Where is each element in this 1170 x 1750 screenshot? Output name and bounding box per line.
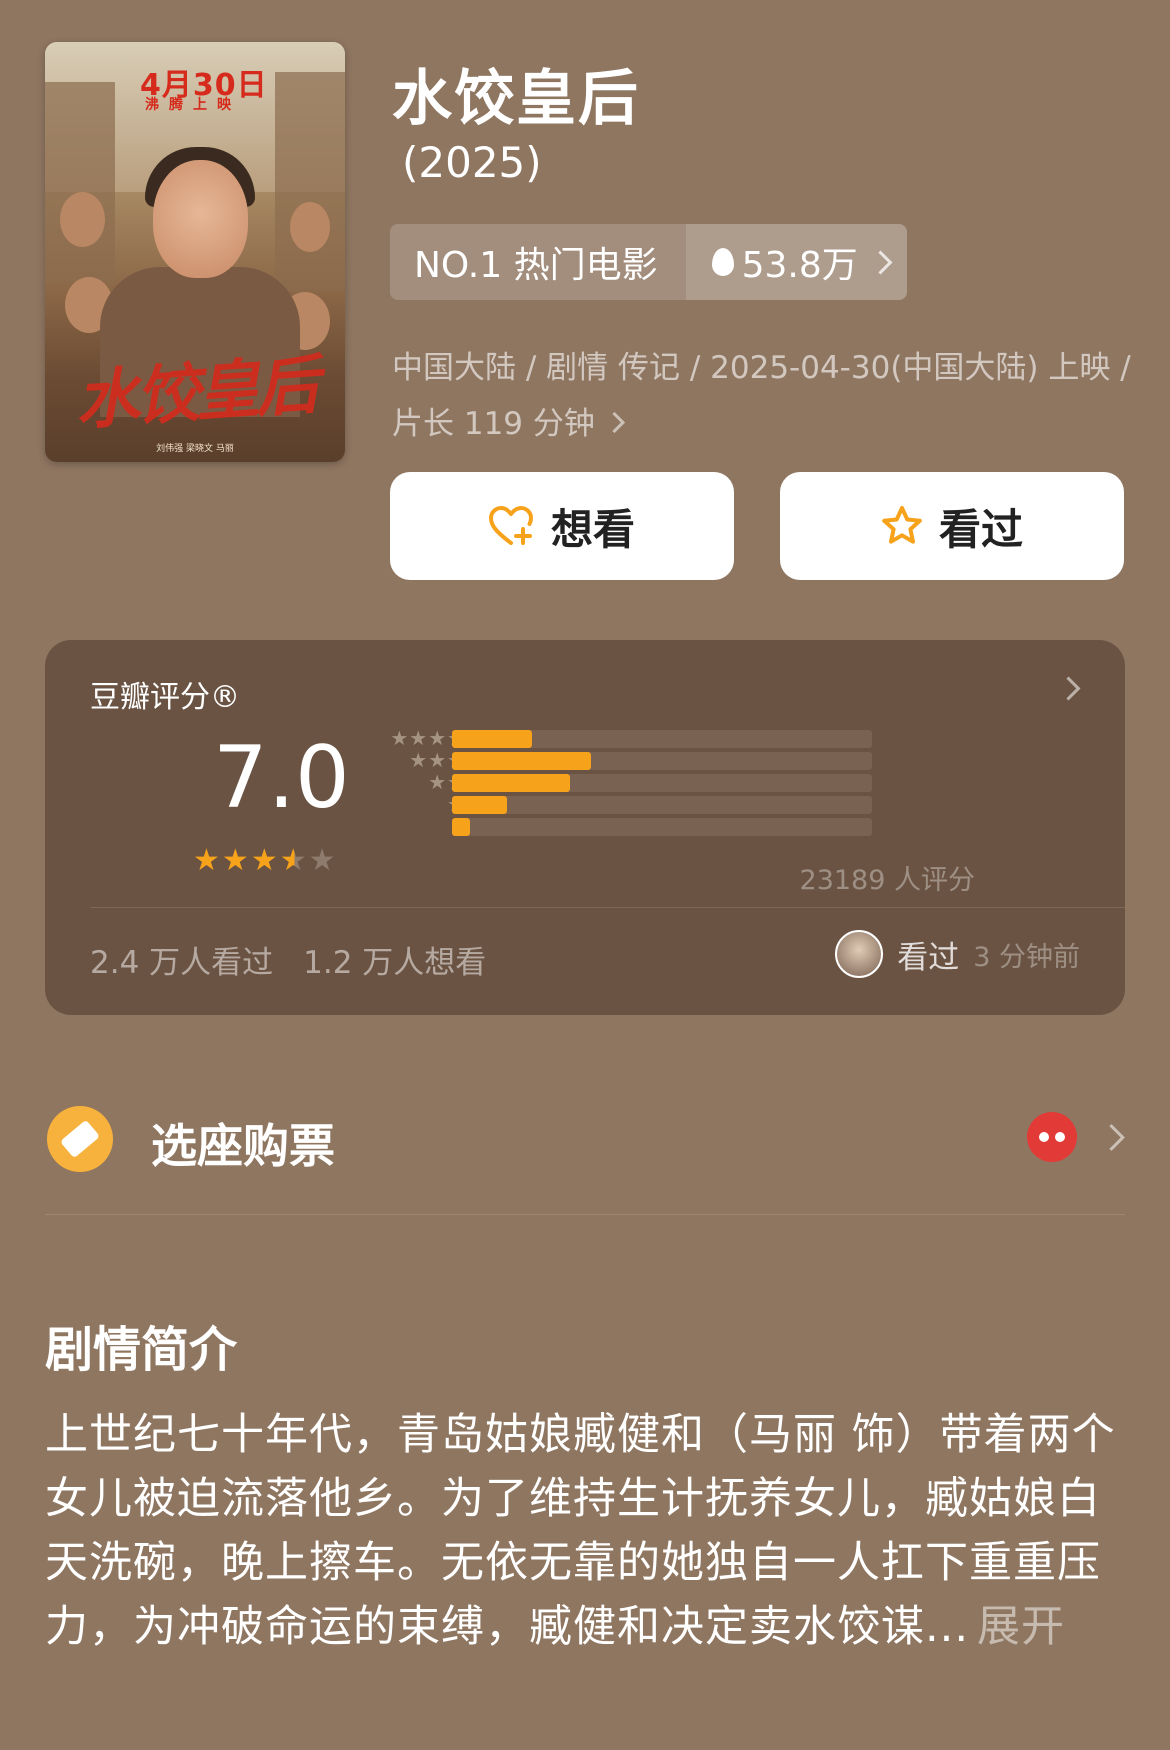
seen-count: 2.4 万人看过 (90, 945, 274, 981)
score-stars: ★★★★★ (193, 843, 338, 878)
maoyan-eye (1039, 1132, 1049, 1142)
histogram-bar-1 (452, 818, 470, 836)
buy-tickets-row[interactable]: 选座购票 (45, 1100, 1125, 1180)
histogram-track-2 (452, 796, 872, 814)
want-to-watch-label: 想看 (550, 504, 635, 554)
synopsis-heading: 剧情简介 (45, 1322, 238, 1378)
buy-tickets-arrow[interactable] (1098, 1124, 1125, 1151)
maoyan-eye (1055, 1132, 1065, 1142)
movie-meta[interactable]: 中国大陆 / 剧情 传记 / 2025-04-30(中国大陆) 上映 / 片长 … (392, 340, 1132, 452)
watched-label: 看过 (938, 504, 1023, 554)
rating-score: 7.0 (213, 728, 350, 828)
divider (90, 907, 1125, 908)
vote-count: 23189 人评分 (799, 865, 975, 896)
half-star-icon: ★ (279, 843, 309, 878)
histogram-track-3 (452, 774, 872, 792)
star-icon: ★ (221, 843, 251, 878)
histogram-bar-3 (452, 774, 570, 792)
avatar (835, 930, 884, 978)
rating-card[interactable]: 豆瓣评分® 7.0 ★★★★★ ★★★★★★★★★★★★★★★ 23189 人评… (45, 640, 1125, 1015)
want-count: 1.2 万人想看 (303, 945, 487, 981)
heat-value: 53.8万 (741, 245, 858, 286)
histogram-bar-4 (452, 752, 591, 770)
poster-date-sub: 沸腾上映 (145, 97, 241, 113)
poster-building (275, 72, 345, 292)
recent-time: 3 分钟前 (973, 941, 1080, 973)
poster-figure (290, 202, 330, 252)
chevron-right-icon (1056, 676, 1081, 701)
ticket-icon (47, 1106, 113, 1172)
synopsis-text: 上世纪七十年代，青岛姑娘臧健和（马丽 饰）带着两个女儿被迫流落他乡。为了维持生计… (45, 1403, 1125, 1659)
poster-credits: 刘伟强 梁晓文 马丽 (156, 444, 234, 454)
movie-title: 水饺皇后 (392, 64, 640, 134)
want-to-watch-button[interactable]: 想看 (390, 472, 734, 580)
recent-action: 看过 (897, 939, 960, 976)
ticket-shape (59, 1119, 101, 1159)
recent-activity[interactable]: 看过 3 分钟前 (835, 930, 1080, 978)
synopsis-body: 上世纪七十年代，青岛姑娘臧健和（马丽 饰）带着两个女儿被迫流落他乡。为了维持生计… (45, 1410, 1116, 1652)
douban-rating-label: 豆瓣评分® (90, 680, 240, 715)
histogram-track-5 (452, 730, 872, 748)
histogram-track-4 (452, 752, 872, 770)
histogram-bar-2 (452, 796, 507, 814)
star-outline-icon (882, 506, 922, 544)
movie-year: (2025) (402, 138, 542, 187)
star-icon: ★ (250, 843, 280, 878)
poster-building (45, 82, 115, 282)
movie-poster[interactable]: 4月30日 沸腾上映 水饺皇后 刘伟强 梁晓文 马丽 (45, 42, 345, 462)
poster-title: 水饺皇后 (73, 348, 318, 440)
buy-tickets-label: 选座购票 (151, 1119, 335, 1173)
rating-details-arrow[interactable] (1056, 676, 1081, 701)
divider (45, 1214, 1125, 1215)
rank-pill[interactable]: NO.1 热门电影 53.8万 (390, 224, 907, 300)
poster-figure (60, 192, 105, 247)
star-icon: ★ (193, 843, 222, 878)
flame-icon (711, 248, 734, 276)
heat-indicator[interactable]: 53.8万 (685, 224, 907, 300)
chevron-right-icon (1098, 1124, 1125, 1151)
chevron-right-icon (603, 411, 625, 434)
expand-link[interactable]: 展开 (977, 1602, 1065, 1652)
chevron-right-icon (868, 249, 893, 275)
heart-plus-icon (488, 506, 533, 545)
histogram-track-1 (452, 818, 872, 836)
rank-label: NO.1 热门电影 (390, 224, 686, 300)
watched-button[interactable]: 看过 (780, 472, 1124, 580)
watch-stats: 2.4 万人看过 1.2 万人想看 (90, 937, 486, 982)
poster-figure-face (153, 160, 248, 278)
maoyan-cat-icon (1027, 1112, 1077, 1162)
star-icon: ★ (308, 843, 338, 878)
movie-meta-text: 中国大陆 / 剧情 传记 / 2025-04-30(中国大陆) 上映 / 片长 … (392, 350, 1131, 442)
histogram-bar-5 (452, 730, 532, 748)
